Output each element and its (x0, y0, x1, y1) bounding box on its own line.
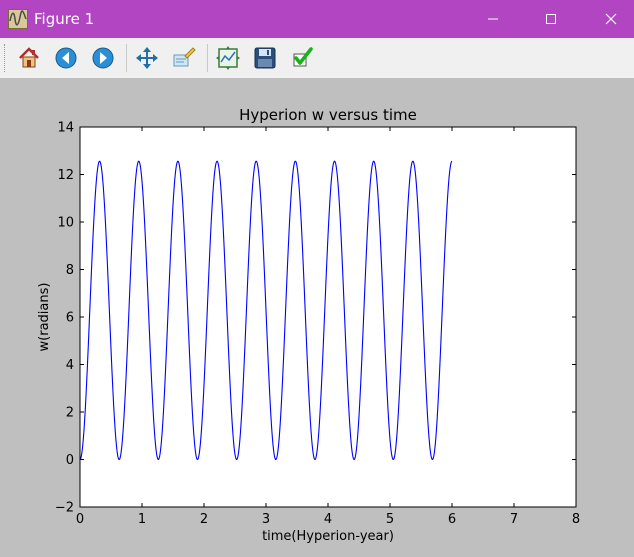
home-button[interactable] (15, 44, 43, 72)
x-tick-label: 8 (572, 512, 580, 527)
x-tick-label: 4 (324, 512, 332, 527)
zoom-rect-icon (173, 47, 196, 67)
x-tick-label: 0 (76, 512, 84, 527)
y-tick-label: 10 (57, 216, 74, 231)
y-tick-label: 6 (66, 311, 74, 326)
plot-area[interactable] (80, 127, 576, 507)
minimize-button[interactable] (470, 0, 516, 38)
zoom-button[interactable] (170, 44, 198, 72)
y-tick-label: 0 (66, 453, 74, 468)
y-tick-label: 2 (66, 406, 74, 421)
x-tick-label: 2 (200, 512, 208, 527)
floppy-disk-icon (254, 47, 276, 69)
checkmark-icon (293, 47, 313, 67)
arrow-left-icon (55, 47, 77, 69)
y-tick-label: 14 (57, 121, 74, 136)
title-bar: Figure 1 (0, 0, 634, 38)
navigation-toolbar (0, 38, 634, 78)
chart-title: Hyperion w versus time (239, 106, 417, 124)
figure-canvas[interactable]: Hyperion w versus time 0 1 2 3 4 5 6 7 8 −2 0 2 4 6 8 1… (0, 78, 634, 553)
toolbar-separator (207, 44, 208, 72)
x-tick-label: 7 (510, 512, 518, 527)
y-tick-label: 4 (66, 358, 74, 373)
configure-subplots-button[interactable] (214, 44, 242, 72)
maximize-button[interactable] (528, 0, 574, 38)
y-axis-label: w(radians) (37, 283, 52, 352)
window-title: Figure 1 (34, 10, 95, 28)
close-icon (605, 13, 617, 25)
arrow-right-icon (92, 47, 114, 69)
home-icon (19, 47, 39, 68)
edit-parameters-button[interactable] (288, 44, 316, 72)
save-button[interactable] (251, 44, 279, 72)
y-tick-label: 12 (57, 168, 74, 183)
toolbar-separator (126, 44, 127, 72)
close-button[interactable] (588, 0, 634, 38)
chart[interactable]: Hyperion w versus time 0 1 2 3 4 5 6 7 8−2024681… (0, 78, 634, 553)
figure-icon (8, 9, 28, 29)
y-tick-label: 8 (66, 263, 74, 278)
x-tick-label: 3 (262, 512, 270, 527)
move-icon (136, 47, 158, 69)
back-button[interactable] (52, 44, 80, 72)
maximize-icon (546, 14, 556, 24)
configure-subplots-icon (216, 46, 240, 70)
minimize-icon (488, 18, 498, 20)
x-tick-label: 1 (138, 512, 146, 527)
x-tick-label: 5 (386, 512, 394, 527)
x-tick-label: 6 (448, 512, 456, 527)
pan-button[interactable] (133, 44, 161, 72)
x-axis-label: time(Hyperion-year) (262, 529, 394, 544)
toolbar-grip (4, 44, 7, 72)
y-tick-label: −2 (55, 501, 74, 516)
forward-button[interactable] (89, 44, 117, 72)
